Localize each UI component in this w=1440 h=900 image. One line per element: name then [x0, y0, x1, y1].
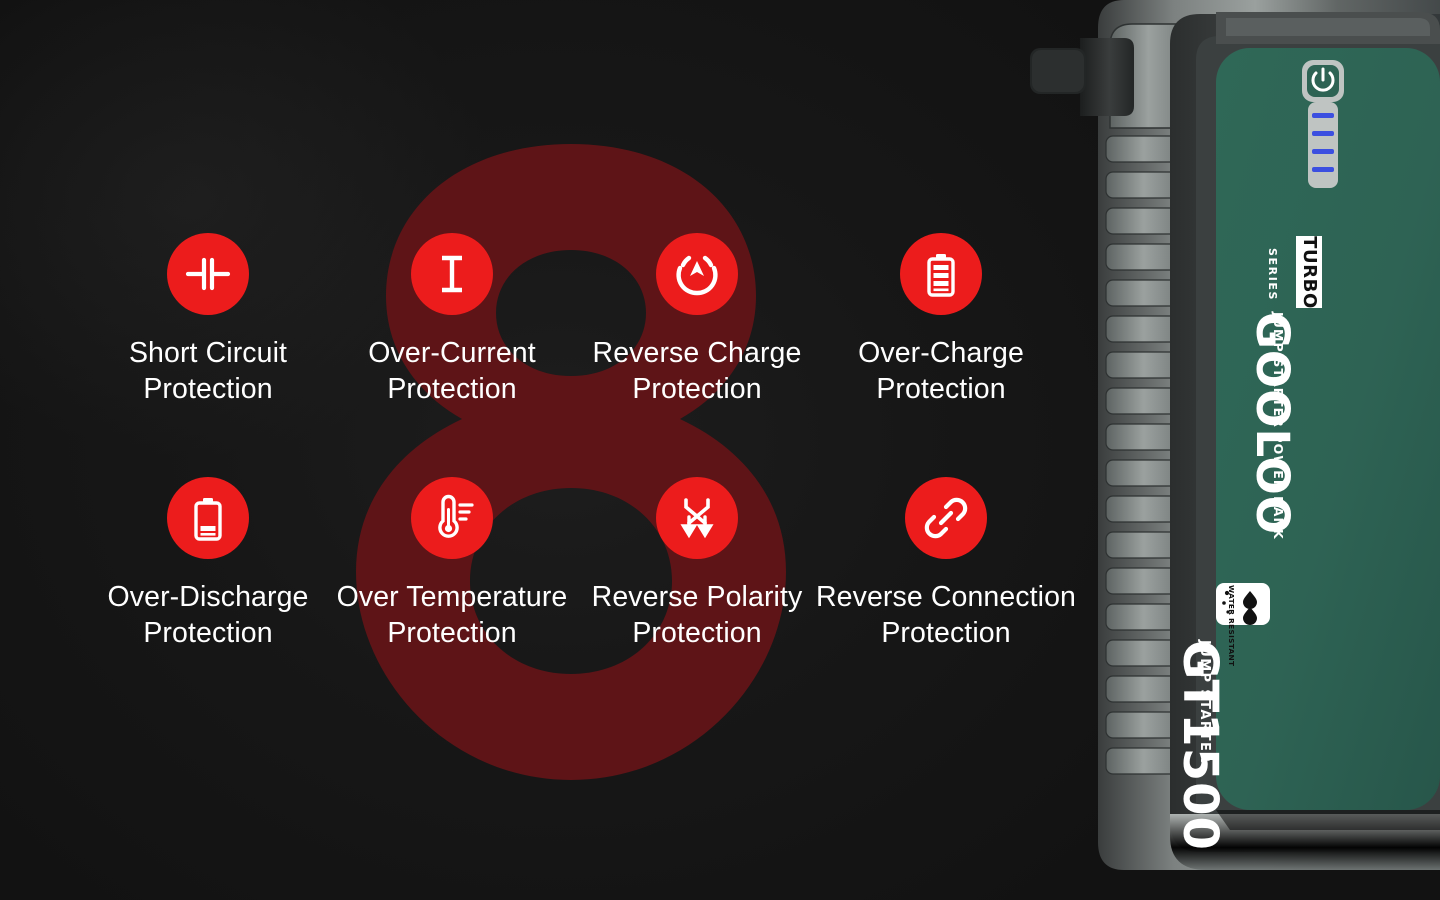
chain-link-icon: [905, 477, 987, 559]
reverse-charge-icon: [656, 233, 738, 315]
capacitor-icon: [167, 233, 249, 315]
power-button-assembly[interactable]: [1298, 58, 1348, 203]
product-device: [1020, 0, 1440, 900]
protection-features-grid: Short Circuit Protection Over-Current Pr…: [0, 0, 1090, 900]
reverse-polarity-icon: [656, 477, 738, 559]
feature-reverse-polarity: Reverse Polarity Protection: [572, 477, 822, 651]
battery-low-icon: [167, 477, 249, 559]
feature-over-discharge: Over-Discharge Protection: [83, 477, 333, 651]
water-resistant-label: WATER RESISTANT: [1227, 585, 1236, 667]
thermometer-icon: [411, 477, 493, 559]
device-port-flap: [1030, 38, 1134, 116]
turbo-badge-label: TURBO: [1298, 235, 1320, 309]
feature-label: Over Temperature Protection: [336, 581, 568, 649]
feature-short-circuit: Short Circuit Protection: [83, 233, 333, 407]
current-i-icon: [411, 233, 493, 315]
feature-label: Over-Discharge Protection: [107, 581, 309, 649]
feature-label: Reverse Charge Protection: [592, 337, 802, 405]
turbo-series-badge: TURBO: [1296, 236, 1322, 308]
device-model-subtitle: JUMP STARTER: [1197, 640, 1212, 764]
feature-reverse-charge: Reverse Charge Protection: [572, 233, 822, 407]
brand-tagline: JUMP STARTER POWER BANK: [1271, 312, 1286, 540]
feature-over-temperature: Over Temperature Protection: [318, 477, 586, 651]
feature-label: Over-Current Protection: [368, 337, 536, 405]
series-label: SERIES: [1266, 248, 1279, 302]
feature-label: Short Circuit Protection: [128, 337, 288, 405]
feature-label: Reverse Polarity Protection: [591, 581, 803, 649]
battery-full-icon: [900, 233, 982, 315]
feature-over-current: Over-Current Protection: [327, 233, 577, 407]
water-resistant-badge: WATER RESISTANT: [1216, 583, 1270, 666]
